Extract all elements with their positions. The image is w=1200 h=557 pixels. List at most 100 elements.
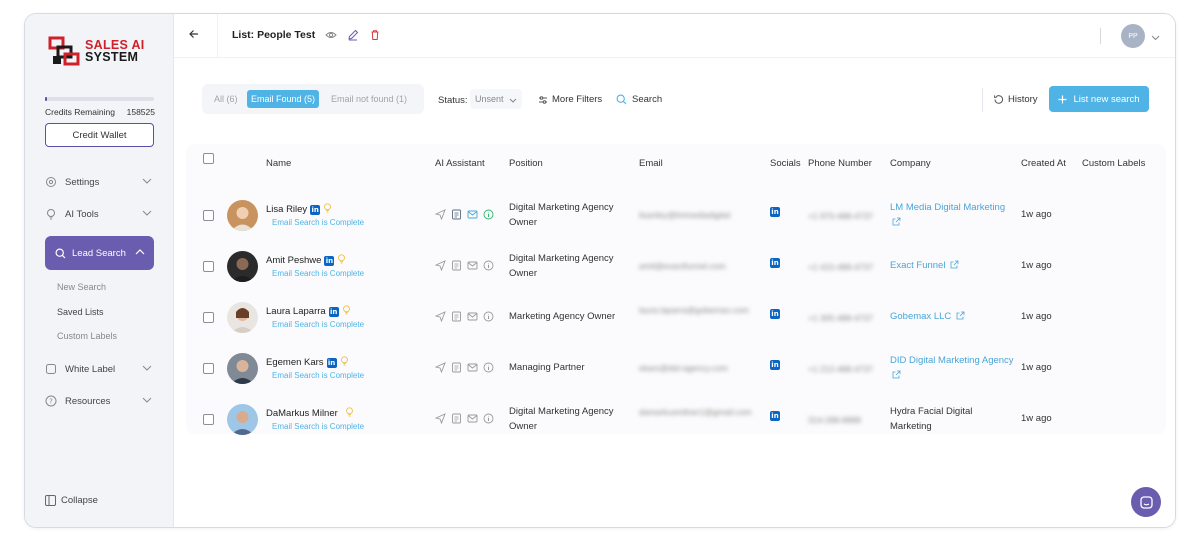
contact-name-text[interactable]: Amit Peshwe — [266, 255, 321, 266]
contact-phone[interactable]: +1 415-488-4737 — [808, 262, 873, 272]
column-header-position[interactable]: Position — [509, 158, 543, 169]
contact-phone[interactable]: +1 305-488-4737 — [808, 313, 873, 323]
sidebar-item-resources[interactable]: ? Resources — [45, 392, 154, 410]
contact-name-text[interactable]: DaMarkus Milner — [266, 408, 338, 419]
eye-icon[interactable] — [325, 29, 337, 44]
user-avatar[interactable]: PP — [1121, 24, 1145, 48]
table-row[interactable]: Amit Peshwe in Email Search is Complete … — [186, 241, 1166, 292]
column-header-phone[interactable]: Phone Number — [808, 158, 872, 169]
edit-pencil-icon[interactable] — [347, 29, 359, 44]
linkedin-icon[interactable]: in — [770, 360, 780, 370]
linkedin-icon[interactable]: in — [770, 258, 780, 268]
status-select[interactable]: Unsent — [470, 89, 522, 109]
tab-email-not-found[interactable]: Email not found (1) — [331, 90, 407, 108]
contact-phone[interactable]: 314-288-8888 — [808, 415, 861, 425]
sidebar-subitem-custom-labels[interactable]: Custom Labels — [57, 331, 117, 341]
send-icon[interactable] — [434, 260, 446, 274]
linkedin-icon[interactable]: in — [310, 204, 321, 215]
tab-all[interactable]: All (6) — [214, 90, 238, 108]
row-checkbox[interactable] — [203, 363, 214, 374]
table-row[interactable]: DaMarkus Milner Email Search is Complete… — [186, 394, 1166, 445]
document-icon[interactable] — [451, 311, 462, 325]
company-link[interactable]: DID Digital Marketing Agency — [890, 354, 1015, 384]
lightbulb-icon[interactable] — [340, 356, 349, 369]
column-header-company[interactable]: Company — [890, 158, 931, 169]
mail-icon[interactable] — [467, 413, 478, 427]
lightbulb-icon[interactable] — [345, 407, 354, 420]
trash-icon[interactable] — [369, 29, 381, 44]
lightbulb-icon[interactable] — [337, 254, 346, 267]
tab-email-found[interactable]: Email Found (5) — [247, 90, 320, 108]
lightbulb-icon[interactable] — [323, 203, 332, 216]
company-link[interactable]: Gobemax LLC — [890, 310, 1015, 326]
history-button[interactable]: History — [993, 94, 1038, 105]
table-row[interactable]: Egemen Kars in Email Search is Complete … — [186, 343, 1166, 394]
mail-icon[interactable] — [467, 311, 478, 325]
contact-email[interactable]: laura.laparra@gobemax.com — [639, 303, 764, 317]
info-icon[interactable] — [483, 362, 494, 376]
column-header-ai-assistant[interactable]: AI Assistant — [435, 158, 485, 169]
column-header-name[interactable]: Name — [266, 158, 291, 169]
contact-name-text[interactable]: Laura Laparra — [266, 306, 326, 317]
column-header-socials[interactable]: Socials — [770, 158, 801, 169]
info-icon[interactable] — [483, 311, 494, 325]
more-filters-button[interactable]: More Filters — [538, 94, 602, 105]
sidebar-item-lead-search[interactable]: Lead Search — [45, 236, 154, 270]
sidebar-item-ai-tools[interactable]: AI Tools — [45, 205, 154, 223]
lightbulb-icon[interactable] — [342, 305, 351, 318]
row-checkbox[interactable] — [203, 414, 214, 425]
linkedin-icon[interactable]: in — [770, 309, 780, 319]
sidebar-subitem-new-search[interactable]: New Search — [57, 282, 106, 292]
chat-widget-button[interactable] — [1131, 487, 1161, 517]
sidebar-item-white-label[interactable]: White Label — [45, 360, 154, 378]
contact-phone[interactable]: +1 970-488-4737 — [808, 211, 873, 221]
contact-email[interactable]: ekars@did-agency.com — [639, 361, 764, 375]
info-icon[interactable] — [483, 209, 494, 223]
brand-logo[interactable]: SALES AI SYSTEM — [47, 34, 145, 68]
mail-icon[interactable] — [467, 209, 478, 223]
search-button[interactable]: Search — [616, 94, 662, 105]
back-arrow-icon[interactable] — [188, 28, 200, 43]
mail-icon[interactable] — [467, 260, 478, 274]
row-checkbox[interactable] — [203, 261, 214, 272]
collapse-button[interactable]: Collapse — [45, 495, 98, 506]
sidebar-subitem-saved-lists[interactable]: Saved Lists — [57, 307, 104, 317]
column-header-custom-labels[interactable]: Custom Labels — [1082, 158, 1145, 169]
mail-icon[interactable] — [467, 362, 478, 376]
svg-text:?: ? — [49, 398, 53, 406]
chevron-down-icon[interactable] — [1151, 32, 1160, 44]
contact-name-text[interactable]: Egemen Kars — [266, 357, 324, 368]
document-icon[interactable] — [451, 362, 462, 376]
send-icon[interactable] — [434, 209, 446, 223]
linkedin-icon[interactable]: in — [770, 207, 780, 217]
table-row[interactable]: Laura Laparra in Email Search is Complet… — [186, 292, 1166, 343]
company-link[interactable]: Exact Funnel — [890, 259, 1015, 275]
send-icon[interactable] — [434, 311, 446, 325]
credit-wallet-button[interactable]: Credit Wallet — [45, 123, 154, 147]
send-icon[interactable] — [434, 413, 446, 427]
column-header-email[interactable]: Email — [639, 158, 663, 169]
contact-email[interactable]: lisariley@lmmediadigital — [639, 208, 764, 222]
contact-email[interactable]: amit@exactfunnel.com — [639, 259, 764, 273]
linkedin-icon[interactable]: in — [326, 357, 337, 368]
document-icon[interactable] — [451, 260, 462, 274]
linkedin-icon[interactable]: in — [324, 255, 335, 266]
send-icon[interactable] — [434, 362, 446, 376]
row-checkbox[interactable] — [203, 210, 214, 221]
select-all-checkbox[interactable] — [203, 153, 214, 164]
row-checkbox[interactable] — [203, 312, 214, 323]
info-icon[interactable] — [483, 413, 494, 427]
contact-phone[interactable]: +1 212-488-4737 — [808, 364, 873, 374]
linkedin-icon[interactable]: in — [770, 411, 780, 421]
company-link[interactable]: LM Media Digital Marketing — [890, 201, 1015, 231]
table-row[interactable]: Lisa Riley in Email Search is Complete D… — [186, 190, 1166, 241]
linkedin-icon[interactable]: in — [328, 306, 339, 317]
contact-email[interactable]: damarkusmilner1@gmail.com — [639, 405, 764, 419]
column-header-created-at[interactable]: Created At — [1021, 158, 1066, 169]
contact-name-text[interactable]: Lisa Riley — [266, 204, 307, 215]
info-icon[interactable] — [483, 260, 494, 274]
document-icon[interactable] — [451, 209, 462, 223]
document-icon[interactable] — [451, 413, 462, 427]
list-new-search-button[interactable]: List new search — [1049, 86, 1149, 112]
sidebar-item-settings[interactable]: Settings — [45, 173, 154, 191]
